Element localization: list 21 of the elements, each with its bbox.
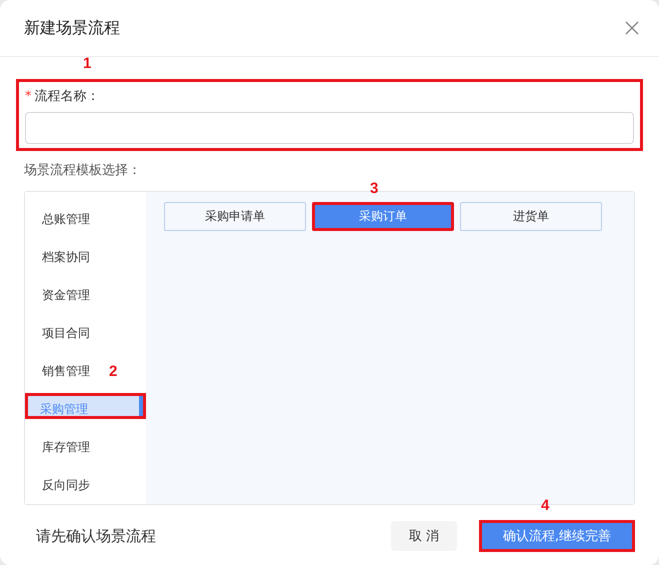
field-label: 流程名称：	[34, 88, 100, 105]
required-mark: *	[25, 88, 32, 104]
sidebar-item[interactable]: 销售管理	[25, 355, 99, 381]
section-label: 场景流程模板选择：	[24, 162, 142, 179]
sidebar-item[interactable]: 反向同步	[25, 469, 99, 495]
input-field[interactable]	[25, 112, 634, 144]
sidebar-item[interactable]: 总账管理	[25, 203, 99, 229]
dialog-title: 新建场景流程	[24, 18, 120, 38]
annotation-number: 3	[370, 181, 378, 197]
sidebar-item[interactable]: 档案协同	[25, 241, 99, 267]
annotation-number: 1	[83, 56, 92, 72]
close-icon[interactable]	[625, 21, 639, 35]
sidebar-item[interactable]: 项目合同	[25, 317, 99, 343]
hint-text: 请先确认场景流程	[36, 526, 157, 546]
annotation-number: 4	[541, 498, 550, 514]
sidebar-item[interactable]: 资金管理	[25, 279, 99, 305]
sidebar-item[interactable]: 库存管理	[25, 431, 99, 457]
cancel-button[interactable]: 取 消	[391, 521, 457, 551]
annotation-number: 2	[109, 364, 118, 380]
template-button[interactable]: 采购申请单	[164, 202, 306, 231]
template-button[interactable]: 进货单	[460, 202, 602, 231]
